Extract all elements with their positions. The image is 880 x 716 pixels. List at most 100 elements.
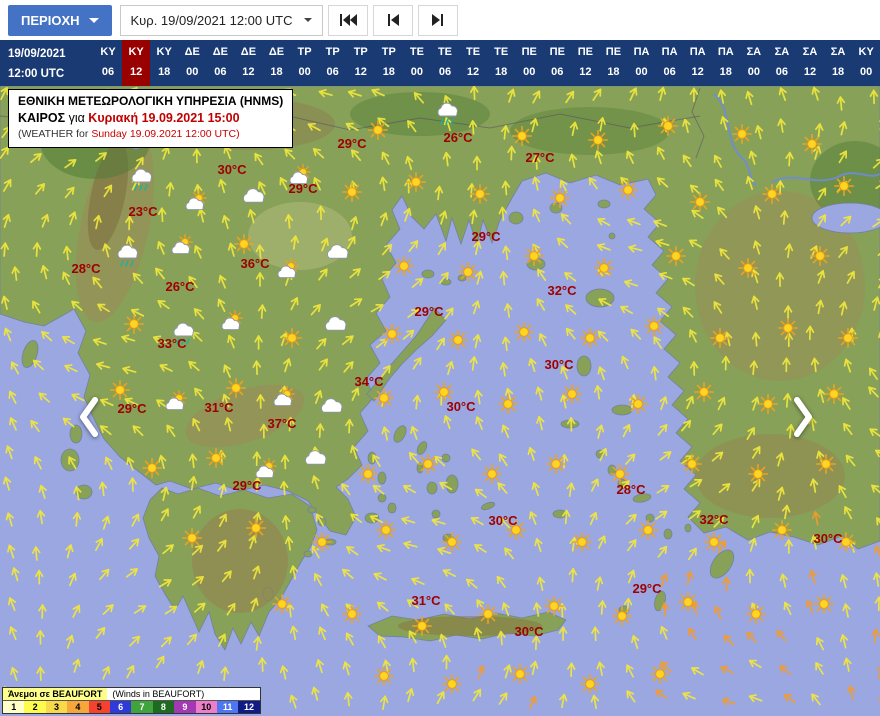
weather-icon-sun	[470, 184, 490, 204]
weather-icon-sun	[610, 464, 630, 484]
timestep-day: ΚΥ	[858, 46, 874, 59]
weather-icon-sun	[748, 464, 768, 484]
timestep-cell[interactable]: ΣΑ 06	[768, 40, 796, 86]
timestep-day: ΤΡ	[381, 46, 396, 59]
timestep-day: ΔΕ	[240, 46, 257, 59]
timestep-cell[interactable]: ΤΡ 18	[375, 40, 403, 86]
timestep-day: ΤΡ	[353, 46, 368, 59]
timestep-cell[interactable]: ΚΥ 18	[150, 40, 178, 86]
weather-icon-sun	[618, 180, 638, 200]
weather-icon-sun	[628, 394, 648, 414]
timestep-cell[interactable]: ΔΕ 12	[234, 40, 262, 86]
timestep-hour: 00	[523, 66, 536, 78]
timestep-day: ΠΑ	[717, 46, 734, 59]
weather-map: 29°C 26°C 27°C 30°C 29°C 23°C 29°C 36°C 28°C 26°C…	[0, 86, 880, 716]
weather-icon-sun	[406, 172, 426, 192]
step-forward-button[interactable]	[418, 4, 459, 36]
timestep-cell[interactable]: ΔΕ 18	[262, 40, 290, 86]
temperature-label: 37°C	[267, 416, 297, 431]
weather-icon-sun	[802, 134, 822, 154]
weather-icon-sun	[758, 394, 778, 414]
timestep-cell[interactable]: ΠΕ 12	[571, 40, 599, 86]
timestep-hour: 06	[101, 66, 115, 78]
wind-legend-titles: Άνεμοι σε BEAUFORT (Winds in BEAUFORT)	[3, 688, 260, 700]
weather-icon-sun	[816, 454, 836, 474]
legend-beaufort-cell: 2	[24, 701, 46, 713]
weather-icon-sun	[368, 120, 388, 140]
timestep-cell[interactable]: ΤΕ 12	[459, 40, 487, 86]
weather-icon-sun	[442, 674, 462, 694]
timestep-cell[interactable]: ΠΑ 00	[627, 40, 655, 86]
timestep-hour: 06	[663, 66, 676, 78]
timestep-cell[interactable]: ΠΕ 06	[543, 40, 571, 86]
timestep-cell[interactable]: ΣΑ 00	[740, 40, 768, 86]
timestep-day: ΠΑ	[689, 46, 706, 59]
weather-icon-sun	[562, 384, 582, 404]
temperature-label: 29°C	[288, 181, 318, 196]
timestep-day: ΔΕ	[184, 46, 200, 59]
weather-icon-sun	[588, 130, 608, 150]
timestep-cell[interactable]: ΠΑ 06	[656, 40, 684, 86]
timestep-cell[interactable]: ΚΥ 12	[122, 40, 151, 86]
map-next-button[interactable]	[792, 396, 814, 443]
weather-icon-sun	[650, 664, 670, 684]
weather-icon-sun	[572, 532, 592, 552]
timestep-hour: 12	[354, 66, 367, 78]
wind-legend: Άνεμοι σε BEAUFORT (Winds in BEAUFORT) 1…	[2, 687, 261, 714]
timestep-cell[interactable]: ΠΕ 18	[599, 40, 627, 86]
timestep-cell[interactable]: ΠΑ 12	[684, 40, 712, 86]
map-prev-button[interactable]	[78, 396, 100, 443]
skip-to-first-button[interactable]	[328, 4, 369, 36]
temperature-label: 30°C	[544, 357, 574, 372]
temperature-label: 31°C	[411, 593, 441, 608]
temperature-label: 31°C	[204, 400, 234, 415]
timestep-cell[interactable]: ΠΕ 00	[515, 40, 543, 86]
weather-icon-sun	[612, 606, 632, 626]
weather-icon-sun	[738, 258, 758, 278]
timestep-cell[interactable]: ΤΕ 18	[487, 40, 515, 86]
timestep-day: ΚΥ	[156, 46, 172, 59]
timestep-hour: 18	[607, 66, 620, 78]
datetime-select[interactable]: Κυρ. 19/09/2021 12:00 UTC	[119, 4, 324, 36]
temperature-label: 26°C	[165, 279, 195, 294]
weather-icon-sun	[442, 532, 462, 552]
weather-icon-sun	[644, 316, 664, 336]
timestep-day: ΣΑ	[746, 46, 762, 59]
forecast-info-box: ΕΘΝΙΚΗ ΜΕΤΕΩΡΟΛΟΓΙΚΗ ΥΠΗΡΕΣΙΑ (HNMS) ΚΑΙ…	[8, 89, 294, 148]
weather-icon-sun	[374, 388, 394, 408]
step-back-icon	[388, 14, 400, 26]
timestep-day: ΠΕ	[521, 46, 537, 59]
timestep-bar: 19/09/2021 12:00 UTC ΚΥ 06 ΚΥ 12 ΚΥ 18 ΔΕ 00 ΔΕ 0…	[0, 40, 880, 86]
timestep-cell[interactable]: ΤΕ 06	[431, 40, 459, 86]
timebar-steps: ΚΥ 06 ΚΥ 12 ΚΥ 18 ΔΕ 00 ΔΕ 06 ΔΕ 12 ΔΕ 18 ΤΡ 00 ΤΡ 06 ΤΡ 12…	[94, 40, 880, 86]
timestep-hour: 12	[242, 66, 255, 78]
timestep-cell[interactable]: ΣΑ 12	[796, 40, 824, 86]
temperature-label: 34°C	[354, 374, 384, 389]
timestep-cell[interactable]: ΠΑ 18	[712, 40, 740, 86]
timestep-day: ΠΑ	[661, 46, 678, 59]
chevron-down-icon	[88, 17, 99, 23]
weather-icon-sun	[312, 532, 332, 552]
timestep-cell[interactable]: ΚΥ 00	[852, 40, 880, 86]
timestep-day: ΚΥ	[128, 46, 144, 59]
timestep-cell[interactable]: ΤΕ 00	[403, 40, 431, 86]
info-for-label-gr: για	[65, 110, 89, 125]
timestep-cell[interactable]: ΤΡ 12	[347, 40, 375, 86]
weather-icon-sun	[110, 380, 130, 400]
weather-icon-sun	[580, 674, 600, 694]
wind-legend-title-en: (Winds in BEAUFORT)	[112, 689, 205, 699]
region-button[interactable]: ΠΕΡΙΟΧΗ	[8, 4, 112, 36]
legend-beaufort-cell: 4	[67, 701, 89, 713]
timestep-cell[interactable]: ΔΕ 00	[178, 40, 206, 86]
weather-icon-sun	[510, 664, 530, 684]
info-weather-label-en: (WEATHER for	[18, 128, 92, 141]
step-back-button[interactable]	[373, 4, 414, 36]
timestep-cell[interactable]: ΣΑ 18	[824, 40, 852, 86]
timestep-hour: 00	[860, 66, 873, 78]
timestep-cell[interactable]: ΚΥ 06	[94, 40, 122, 86]
timestep-day: ΤΡ	[297, 46, 312, 59]
timestep-cell[interactable]: ΤΡ 00	[291, 40, 319, 86]
weather-icon-sun	[246, 518, 266, 538]
timestep-cell[interactable]: ΤΡ 06	[319, 40, 347, 86]
timestep-cell[interactable]: ΔΕ 06	[206, 40, 234, 86]
